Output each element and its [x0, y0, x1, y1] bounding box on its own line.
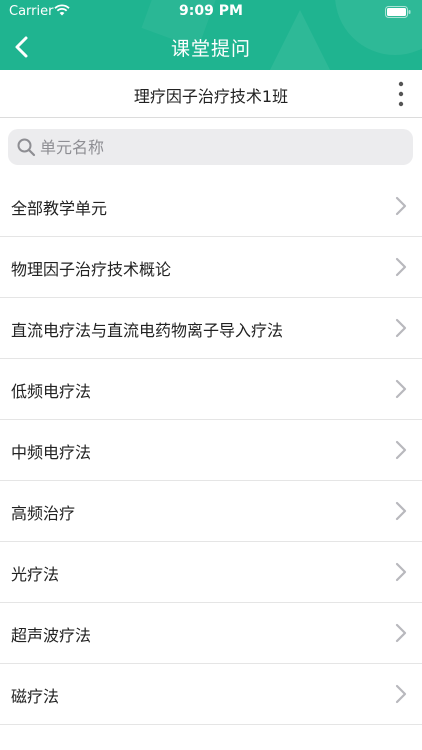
list-item-4[interactable]: 中频电疗法: [0, 420, 422, 481]
chevron-right-icon: [395, 196, 407, 216]
list-item-2[interactable]: 直流电疗法与直流电药物离子导入疗法: [0, 298, 422, 359]
chevron-right-icon: [395, 379, 407, 399]
list-item-label: 中频电疗法: [11, 443, 92, 462]
chevron-right-icon: [395, 562, 407, 582]
search-bar: [8, 129, 413, 165]
list-item-label: 超声波疗法: [11, 626, 92, 645]
search-box[interactable]: [8, 129, 413, 165]
unit-list: 全部教学单元 物理因子治疗技术概论 直流电疗法与直流电药物离子导入疗法 低频电疗…: [0, 176, 422, 725]
chevron-right-icon: [395, 623, 407, 643]
app-header: Carrier 9:09 PM 课堂提问: [0, 0, 422, 70]
list-item-6[interactable]: 光疗法: [0, 542, 422, 603]
status-time: 9:09 PM: [179, 3, 243, 19]
list-item-0[interactable]: 全部教学单元: [0, 176, 422, 237]
more-vertical-icon: [398, 81, 404, 107]
search-input[interactable]: [40, 129, 400, 165]
chevron-right-icon: [395, 501, 407, 521]
list-item-label: 直流电疗法与直流电药物离子导入疗法: [11, 321, 284, 340]
navigation-bar: 课堂提问: [0, 24, 422, 70]
class-bar: 理疗因子治疗技术1班: [0, 70, 422, 118]
list-item-8[interactable]: 磁疗法: [0, 664, 422, 725]
chevron-right-icon: [395, 440, 407, 460]
more-button[interactable]: [394, 79, 408, 109]
class-title: 理疗因子治疗技术1班: [133, 87, 289, 106]
list-item-label: 光疗法: [11, 565, 60, 584]
battery-icon: [385, 6, 411, 18]
list-item-label: 物理因子治疗技术概论: [11, 260, 172, 279]
list-item-1[interactable]: 物理因子治疗技术概论: [0, 237, 422, 298]
chevron-right-icon: [395, 257, 407, 277]
chevron-right-icon: [395, 318, 407, 338]
search-icon: [17, 138, 36, 157]
list-item-label: 高频治疗: [11, 504, 76, 523]
status-bar: Carrier 9:09 PM: [0, 0, 422, 24]
list-item-label: 全部教学单元: [11, 199, 108, 218]
chevron-right-icon: [395, 684, 407, 704]
list-item-3[interactable]: 低频电疗法: [0, 359, 422, 420]
list-item-5[interactable]: 高频治疗: [0, 481, 422, 542]
list-item-label: 磁疗法: [11, 687, 60, 706]
page-title: 课堂提问: [170, 38, 251, 60]
list-item-7[interactable]: 超声波疗法: [0, 603, 422, 664]
list-item-label: 低频电疗法: [11, 382, 92, 401]
